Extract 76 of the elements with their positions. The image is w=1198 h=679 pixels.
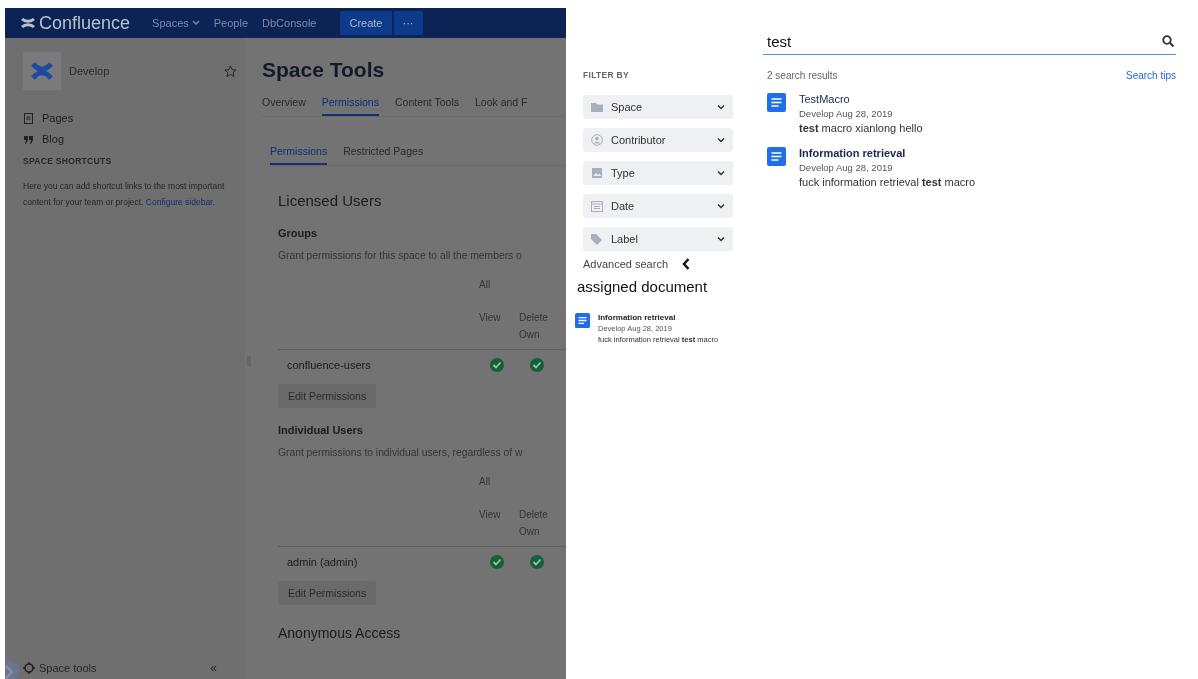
sidebar-item[interactable]: Blog (23, 133, 245, 145)
column-group-header: All (479, 476, 492, 489)
result-date: Aug 28, 2019 (836, 108, 893, 119)
shortcuts-text: Here you can add shortcut links to the most important content for your team or project. Configure sidebar. (23, 180, 226, 209)
more-button[interactable]: ··· (392, 11, 423, 35)
document-icon (767, 93, 786, 112)
space-name[interactable]: Develop (69, 65, 216, 77)
page-icon (23, 112, 34, 124)
search-tips-link[interactable]: Search tips (1125, 70, 1176, 81)
section-title: Licensed Users (278, 192, 383, 209)
caret-icon (717, 169, 725, 177)
nav-link[interactable]: People (213, 17, 249, 29)
column-group-header: All (479, 279, 492, 292)
image-icon (591, 167, 603, 179)
filter-heading: FILTER BY (583, 70, 630, 80)
settings-icon[interactable] (23, 662, 35, 674)
tab[interactable]: Permissions (270, 145, 328, 165)
tab[interactable]: Overview (262, 96, 306, 116)
section-heading: Groups (278, 227, 319, 239)
result-title[interactable]: Information retrieval (799, 147, 976, 159)
tab[interactable]: Restricted Pages (343, 145, 424, 165)
result-title[interactable]: Information retrieval (598, 313, 719, 322)
section-heading: assigned document (577, 278, 709, 295)
tab[interactable]: Content Tools (394, 96, 459, 116)
search-field[interactable]: test (763, 32, 1162, 50)
advanced-search-link[interactable]: Advanced search (583, 258, 668, 270)
nav-link[interactable]: DbConsole (262, 17, 317, 29)
result-excerpt: fuck information retrieval test macro (799, 176, 976, 188)
nav-link[interactable]: Spaces (152, 17, 200, 29)
star-icon[interactable] (224, 64, 237, 78)
filter-dropdown[interactable]: Type (583, 161, 733, 185)
column-header: Delete Own (519, 311, 549, 342)
caret-icon (717, 235, 725, 243)
column-header: View (479, 508, 502, 522)
sidebar-item[interactable]: Pages (23, 112, 245, 124)
table-cell: admin (admin) (278, 546, 479, 577)
result-space: Develop (799, 108, 834, 119)
edit-permissions-button[interactable]: Edit Permissions (278, 384, 377, 408)
filter-dropdown[interactable]: Space (583, 95, 733, 119)
result-space: Develop (799, 162, 834, 173)
table-cell: confluence-users (278, 349, 479, 380)
folder-icon (591, 101, 603, 113)
caret-icon (717, 136, 725, 144)
space-tools-link[interactable]: Space tools (39, 662, 97, 674)
calendar-icon (591, 200, 603, 212)
collapse-button[interactable]: « (210, 661, 217, 675)
result-date: Aug 28, 2019 (836, 162, 893, 173)
section-heading: Individual Users (278, 424, 364, 436)
filter-dropdown[interactable]: Contributor (583, 128, 733, 152)
result-title[interactable]: TestMacro (799, 93, 923, 105)
tab[interactable]: Permissions (321, 96, 379, 116)
edit-permissions-button[interactable]: Edit Permissions (278, 581, 377, 605)
logo-text[interactable]: Confluence (39, 12, 131, 34)
caret-icon (717, 202, 725, 210)
document-icon (575, 313, 590, 328)
page-title: Space Tools (262, 58, 386, 82)
result-excerpt: test macro xianlong hello (799, 122, 923, 134)
section-heading: SPACE SHORTCUTS (23, 156, 113, 166)
result-count: 2 search results (767, 70, 838, 81)
logo-icon[interactable] (21, 16, 35, 30)
section-description: Grant permissions to individual users, regardless of w (278, 447, 524, 458)
document-icon (767, 147, 786, 166)
filter-dropdown[interactable]: Date (583, 194, 733, 218)
tab[interactable]: Look and F (474, 96, 528, 116)
caret-icon (717, 103, 725, 111)
quote-icon (23, 133, 34, 145)
column-header: View (479, 311, 502, 325)
person-icon (591, 134, 603, 146)
search-icon[interactable] (1162, 35, 1174, 47)
create-button[interactable]: Create (340, 11, 392, 35)
space-logo[interactable] (23, 52, 61, 90)
tag-icon (591, 233, 603, 245)
section-title: Anonymous Access (278, 625, 402, 641)
column-header: Delete Own (519, 508, 549, 539)
chevron-left-icon[interactable] (682, 258, 690, 270)
filter-dropdown[interactable]: Label (583, 227, 733, 251)
